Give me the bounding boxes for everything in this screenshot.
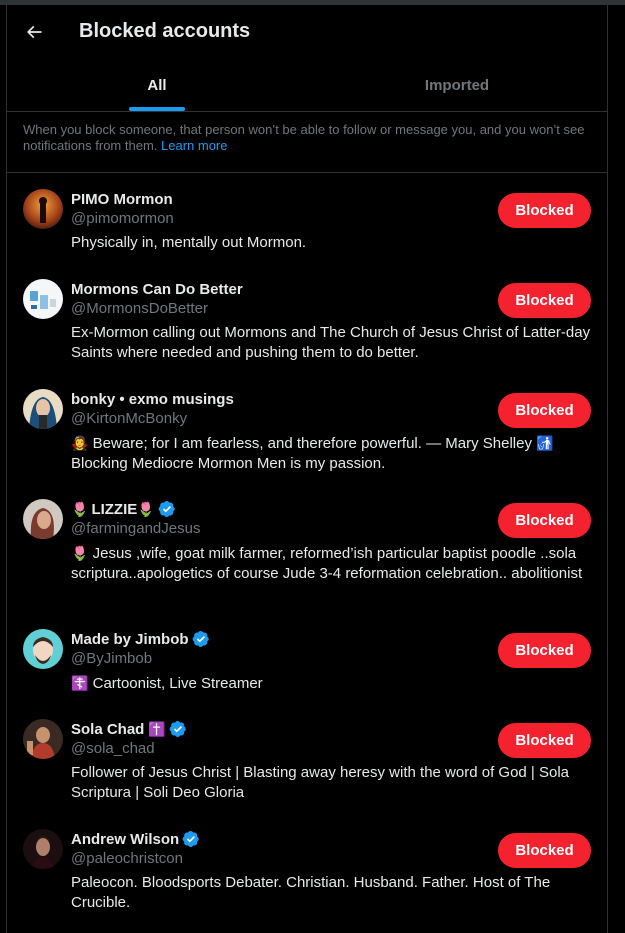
account-name[interactable]: bonky • exmo musings bbox=[71, 391, 234, 408]
tab-all[interactable]: All bbox=[7, 59, 307, 111]
tab-imported-label: Imported bbox=[424, 76, 490, 94]
avatar[interactable] bbox=[23, 279, 63, 319]
tab-imported[interactable]: Imported bbox=[307, 59, 607, 111]
account-name[interactable]: LIZZIE bbox=[91, 501, 137, 518]
avatar[interactable] bbox=[23, 499, 63, 539]
account-bio: Ex-Mormon calling out Mormons and The Ch… bbox=[71, 324, 591, 361]
account-name[interactable]: Mormons Can Do Better bbox=[71, 281, 243, 298]
account-bio: 🧛‍♀️ Beware; for I am fearless, and ther… bbox=[71, 433, 591, 474]
blocked-button[interactable]: Blocked bbox=[498, 393, 591, 428]
account-name[interactable]: PIMO Mormon bbox=[71, 191, 173, 208]
avatar[interactable] bbox=[23, 629, 63, 669]
account-row[interactable]: 🌷 LIZZIE 🌷 @farmingandJesus 🌷 Jesus ,wif… bbox=[7, 483, 607, 613]
cross-emoji-icon: ✝️ bbox=[148, 720, 166, 737]
account-bio: ☦️ Cartoonist, Live Streamer bbox=[71, 673, 591, 694]
avatar[interactable] bbox=[23, 189, 63, 229]
account-bio: Physically in, mentally out Mormon. bbox=[71, 234, 307, 251]
account-row[interactable]: Made by Jimbob @ByJimbob ☦️ Cartoonist, … bbox=[7, 613, 607, 703]
back-button[interactable] bbox=[19, 17, 49, 47]
tulip-emoji-icon: 🌷 bbox=[71, 545, 89, 561]
page-header: Blocked accounts bbox=[7, 5, 607, 59]
blocked-button[interactable]: Blocked bbox=[498, 833, 591, 868]
blocked-button[interactable]: Blocked bbox=[498, 633, 591, 668]
tab-all-label: All bbox=[147, 76, 167, 94]
verified-badge-icon[interactable] bbox=[169, 720, 187, 738]
account-bio: 🌷 Jesus ,wife, goat milk farmer, reforme… bbox=[71, 543, 591, 584]
tulip-emoji-icon: 🌷 bbox=[71, 500, 89, 517]
avatar[interactable] bbox=[23, 719, 63, 759]
blocked-button[interactable]: Blocked bbox=[498, 283, 591, 318]
active-tab-indicator bbox=[129, 107, 185, 111]
verified-badge-icon[interactable] bbox=[158, 500, 176, 518]
tulip-emoji-icon: 🌷 bbox=[137, 500, 155, 517]
account-name[interactable]: Sola Chad bbox=[71, 721, 144, 738]
bio-text: Cartoonist, Live Streamer bbox=[92, 675, 263, 692]
account-name[interactable]: Made by Jimbob bbox=[71, 631, 189, 648]
blocked-button[interactable]: Blocked bbox=[498, 503, 591, 538]
account-row[interactable]: Andrew Wilson @paleochristcon Paleocon. … bbox=[7, 813, 607, 923]
account-bio: Follower of Jesus Christ | Blasting away… bbox=[71, 764, 570, 801]
vampire-emoji-icon: 🧛‍♀️ bbox=[71, 435, 89, 451]
verified-badge-icon[interactable] bbox=[192, 630, 210, 648]
page-title: Blocked accounts bbox=[79, 20, 251, 42]
account-row[interactable]: PIMO Mormon @pimomormon Physically in, m… bbox=[7, 173, 607, 263]
blocked-accounts-panel: Blocked accounts All Imported When you b… bbox=[6, 5, 608, 933]
account-row[interactable]: Mormons Can Do Better @MormonsDoBetter E… bbox=[7, 263, 607, 373]
account-row[interactable]: bonky • exmo musings @KirtonMcBonky 🧛‍♀️… bbox=[7, 373, 607, 483]
account-name[interactable]: Andrew Wilson bbox=[71, 831, 179, 848]
orthodox-cross-emoji-icon: ☦️ bbox=[71, 675, 89, 691]
learn-more-link[interactable]: Learn more bbox=[161, 138, 227, 153]
blocked-button[interactable]: Blocked bbox=[498, 723, 591, 758]
bio-text: Jesus ,wife, goat milk farmer, reformed’… bbox=[71, 545, 583, 582]
verified-badge-icon[interactable] bbox=[182, 830, 200, 848]
avatar[interactable] bbox=[23, 829, 63, 869]
blocked-button[interactable]: Blocked bbox=[498, 193, 591, 228]
notice-text: When you block someone, that person won’… bbox=[23, 122, 585, 153]
account-row[interactable]: Sola Chad ✝️ @sola_chad Follower of Jesu… bbox=[7, 703, 607, 813]
avatar[interactable] bbox=[23, 389, 63, 429]
bio-text: Beware; for I am fearless, and therefore… bbox=[92, 435, 532, 452]
blocked-accounts-list: PIMO Mormon @pimomormon Physically in, m… bbox=[7, 173, 607, 923]
bio-text-line2: Blocking Mediocre Mormon Men is my passi… bbox=[71, 455, 386, 472]
litter-emoji-icon: 🚮 bbox=[536, 435, 554, 451]
tab-bar: All Imported bbox=[7, 59, 607, 112]
arrow-left-icon bbox=[26, 25, 42, 39]
account-bio: Paleocon. Bloodsports Debater. Christian… bbox=[71, 874, 551, 911]
block-info-notice: When you block someone, that person won’… bbox=[23, 122, 591, 154]
